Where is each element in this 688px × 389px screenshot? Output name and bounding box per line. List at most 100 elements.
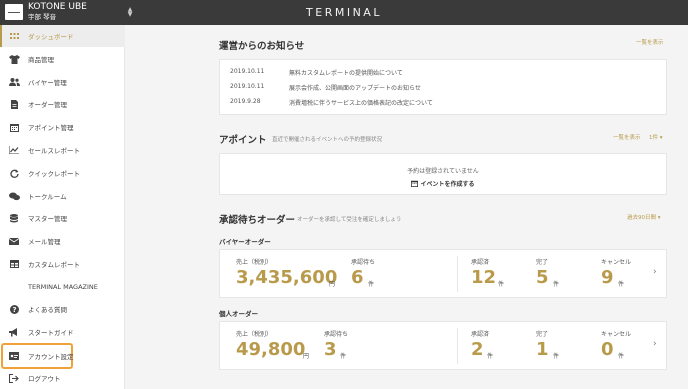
- table-icon: [8, 258, 20, 270]
- calendar-icon: [8, 121, 20, 133]
- appointments-empty-message: 予約は登録されていません: [407, 168, 479, 175]
- sales-label: 売上（税別）: [236, 331, 273, 338]
- calendar-icon: [411, 180, 419, 189]
- sales-value: 49,800: [236, 339, 306, 360]
- news-date: 2019.10.11: [230, 83, 265, 90]
- sidebar-item-label: ログアウト: [28, 375, 61, 383]
- pending-value: 3: [324, 339, 337, 360]
- news-link[interactable]: 消費増税に伴うサービス上の価格表記の改定について: [289, 98, 433, 107]
- sidebar-item-start-guide[interactable]: スタートガイド: [0, 321, 125, 343]
- cancel-unit: 件: [618, 281, 625, 288]
- sidebar-item-sales-report[interactable]: セールスレポート: [0, 139, 125, 161]
- sidebar-item-label: よくある質問: [28, 306, 67, 314]
- sidebar: ダッシュボード 商品管理 バイヤー管理 オーダー管理 アポイント管理 セールスレ…: [0, 25, 125, 389]
- chevron-right-icon[interactable]: ›: [653, 339, 657, 349]
- create-event-button[interactable]: イベントを作成する: [220, 179, 666, 189]
- cancel-value: 0: [601, 339, 614, 360]
- sidebar-item-label: メール管理: [28, 238, 61, 246]
- buyer-orders-label: バイヤーオーダー: [219, 238, 271, 246]
- done-value: 5: [536, 267, 549, 288]
- approved-value: 2: [471, 339, 484, 360]
- sidebar-item-master[interactable]: マスター管理: [0, 207, 125, 229]
- news-card: 2019.10.11 無料カスタムレポートの提供開始について 2019.10.1…: [219, 59, 667, 115]
- done-label: 完了: [536, 331, 549, 338]
- pending-unit: 件: [340, 353, 347, 360]
- chat-icon: [8, 190, 20, 202]
- appointments-subtitle: 直近で開催されるイベントへの予約登録状況: [272, 137, 383, 143]
- grid-icon: [8, 30, 20, 42]
- approved-label: 承認済: [471, 331, 490, 338]
- news-link[interactable]: 展示会作成、公開画面のアップデートのお知らせ: [289, 83, 421, 92]
- sales-value: 3,435,600: [236, 267, 338, 288]
- users-icon: [8, 76, 20, 88]
- document-icon: [8, 98, 20, 110]
- cancel-value: 9: [601, 267, 614, 288]
- sidebar-item-label: スタートガイド: [28, 329, 74, 337]
- approvals-period-dropdown[interactable]: 過去90日間 ▾: [627, 213, 661, 221]
- database-icon: [8, 212, 20, 224]
- sidebar-item-label: セールスレポート: [28, 147, 80, 155]
- appointments-card: 予約は登録されていません イベントを作成する: [219, 153, 667, 195]
- done-unit: 件: [553, 353, 560, 360]
- sales-unit: 円: [329, 281, 336, 288]
- sidebar-item-magazine[interactable]: TERMINAL MAGAZINE: [0, 276, 125, 298]
- mail-icon: [8, 235, 20, 247]
- pending-value: 6: [351, 267, 364, 288]
- divider: [457, 256, 458, 292]
- sidebar-item-quick-report[interactable]: クイックレポート: [0, 162, 125, 184]
- sidebar-item-label: TERMINAL MAGAZINE: [28, 283, 98, 291]
- chart-line-icon: [8, 144, 20, 156]
- sidebar-item-custom-report[interactable]: カスタムレポート: [0, 253, 125, 275]
- chevron-right-icon[interactable]: ›: [653, 267, 657, 277]
- sidebar-item-faq[interactable]: ? よくある質問: [0, 298, 125, 320]
- done-label: 完了: [536, 259, 549, 266]
- cancel-label: キャンセル: [601, 259, 632, 266]
- svg-text:?: ?: [12, 306, 16, 314]
- shirt-icon: [8, 53, 20, 65]
- refresh-icon: [8, 167, 20, 179]
- sidebar-item-label: オーダー管理: [28, 101, 67, 109]
- sidebar-item-dashboard[interactable]: ダッシュボード: [0, 25, 125, 47]
- done-value: 1: [536, 339, 549, 360]
- news-title: 運営からのお知らせ: [219, 41, 305, 52]
- sidebar-item-account-settings[interactable]: アカウント設定: [1, 343, 74, 369]
- individual-orders-label: 個人オーダー: [219, 310, 258, 318]
- sidebar-item-label: バイヤー管理: [28, 79, 67, 87]
- approved-value: 12: [471, 267, 497, 288]
- sidebar-item-label: アポイント管理: [28, 124, 74, 132]
- news-link[interactable]: 無料カスタムレポートの提供開始について: [289, 68, 403, 77]
- cancel-unit: 件: [618, 353, 625, 360]
- pending-label: 承認待ち: [351, 259, 376, 266]
- sidebar-item-products[interactable]: 商品管理: [0, 48, 125, 70]
- sidebar-item-label: マスター管理: [28, 215, 67, 223]
- appointments-view-all-link[interactable]: 一覧を表示: [613, 133, 641, 141]
- sidebar-item-logout[interactable]: ログアウト: [0, 367, 125, 389]
- done-unit: 件: [553, 281, 560, 288]
- logout-icon: [8, 372, 20, 384]
- sidebar-item-buyers[interactable]: バイヤー管理: [0, 71, 125, 93]
- sidebar-item-talk-room[interactable]: トークルーム: [0, 185, 125, 207]
- approved-unit: 件: [487, 353, 494, 360]
- news-date: 2019.9.28: [230, 98, 261, 105]
- approved-unit: 件: [498, 281, 505, 288]
- pending-label: 承認待ち: [324, 331, 349, 338]
- sidebar-item-label: クイックレポート: [28, 170, 80, 178]
- create-event-label: イベントを作成する: [420, 181, 475, 188]
- buyer-orders-card[interactable]: 売上（税別） 3,435,600 円 承認待ち 6 件 承認済 12 件 完了 …: [219, 249, 667, 298]
- sidebar-item-appointments[interactable]: アポイント管理: [0, 116, 125, 138]
- top-bar: KOTONE UBE 宇部 琴音 ▲ ▼ TERMINAL: [0, 0, 688, 25]
- pending-unit: 件: [368, 281, 375, 288]
- appointments-count-dropdown[interactable]: 1件 ▾: [649, 133, 663, 141]
- id-card-icon: [8, 350, 20, 362]
- megaphone-icon: [8, 326, 20, 338]
- sidebar-item-label: 商品管理: [28, 56, 54, 64]
- approved-label: 承認済: [471, 259, 490, 266]
- sidebar-item-label: カスタムレポート: [28, 261, 80, 269]
- sidebar-item-mail[interactable]: メール管理: [0, 230, 125, 252]
- sidebar-item-label: ダッシュボード: [28, 33, 74, 41]
- approvals-title: 承認待ちオーダー: [219, 215, 296, 226]
- news-view-all-link[interactable]: 一覧を表示: [636, 38, 664, 46]
- individual-orders-card[interactable]: 売上（税別） 49,800 円 承認待ち 3 件 承認済 2 件 完了 1 件 …: [219, 321, 667, 370]
- question-icon: ?: [8, 303, 20, 315]
- sidebar-item-orders[interactable]: オーダー管理: [0, 93, 125, 115]
